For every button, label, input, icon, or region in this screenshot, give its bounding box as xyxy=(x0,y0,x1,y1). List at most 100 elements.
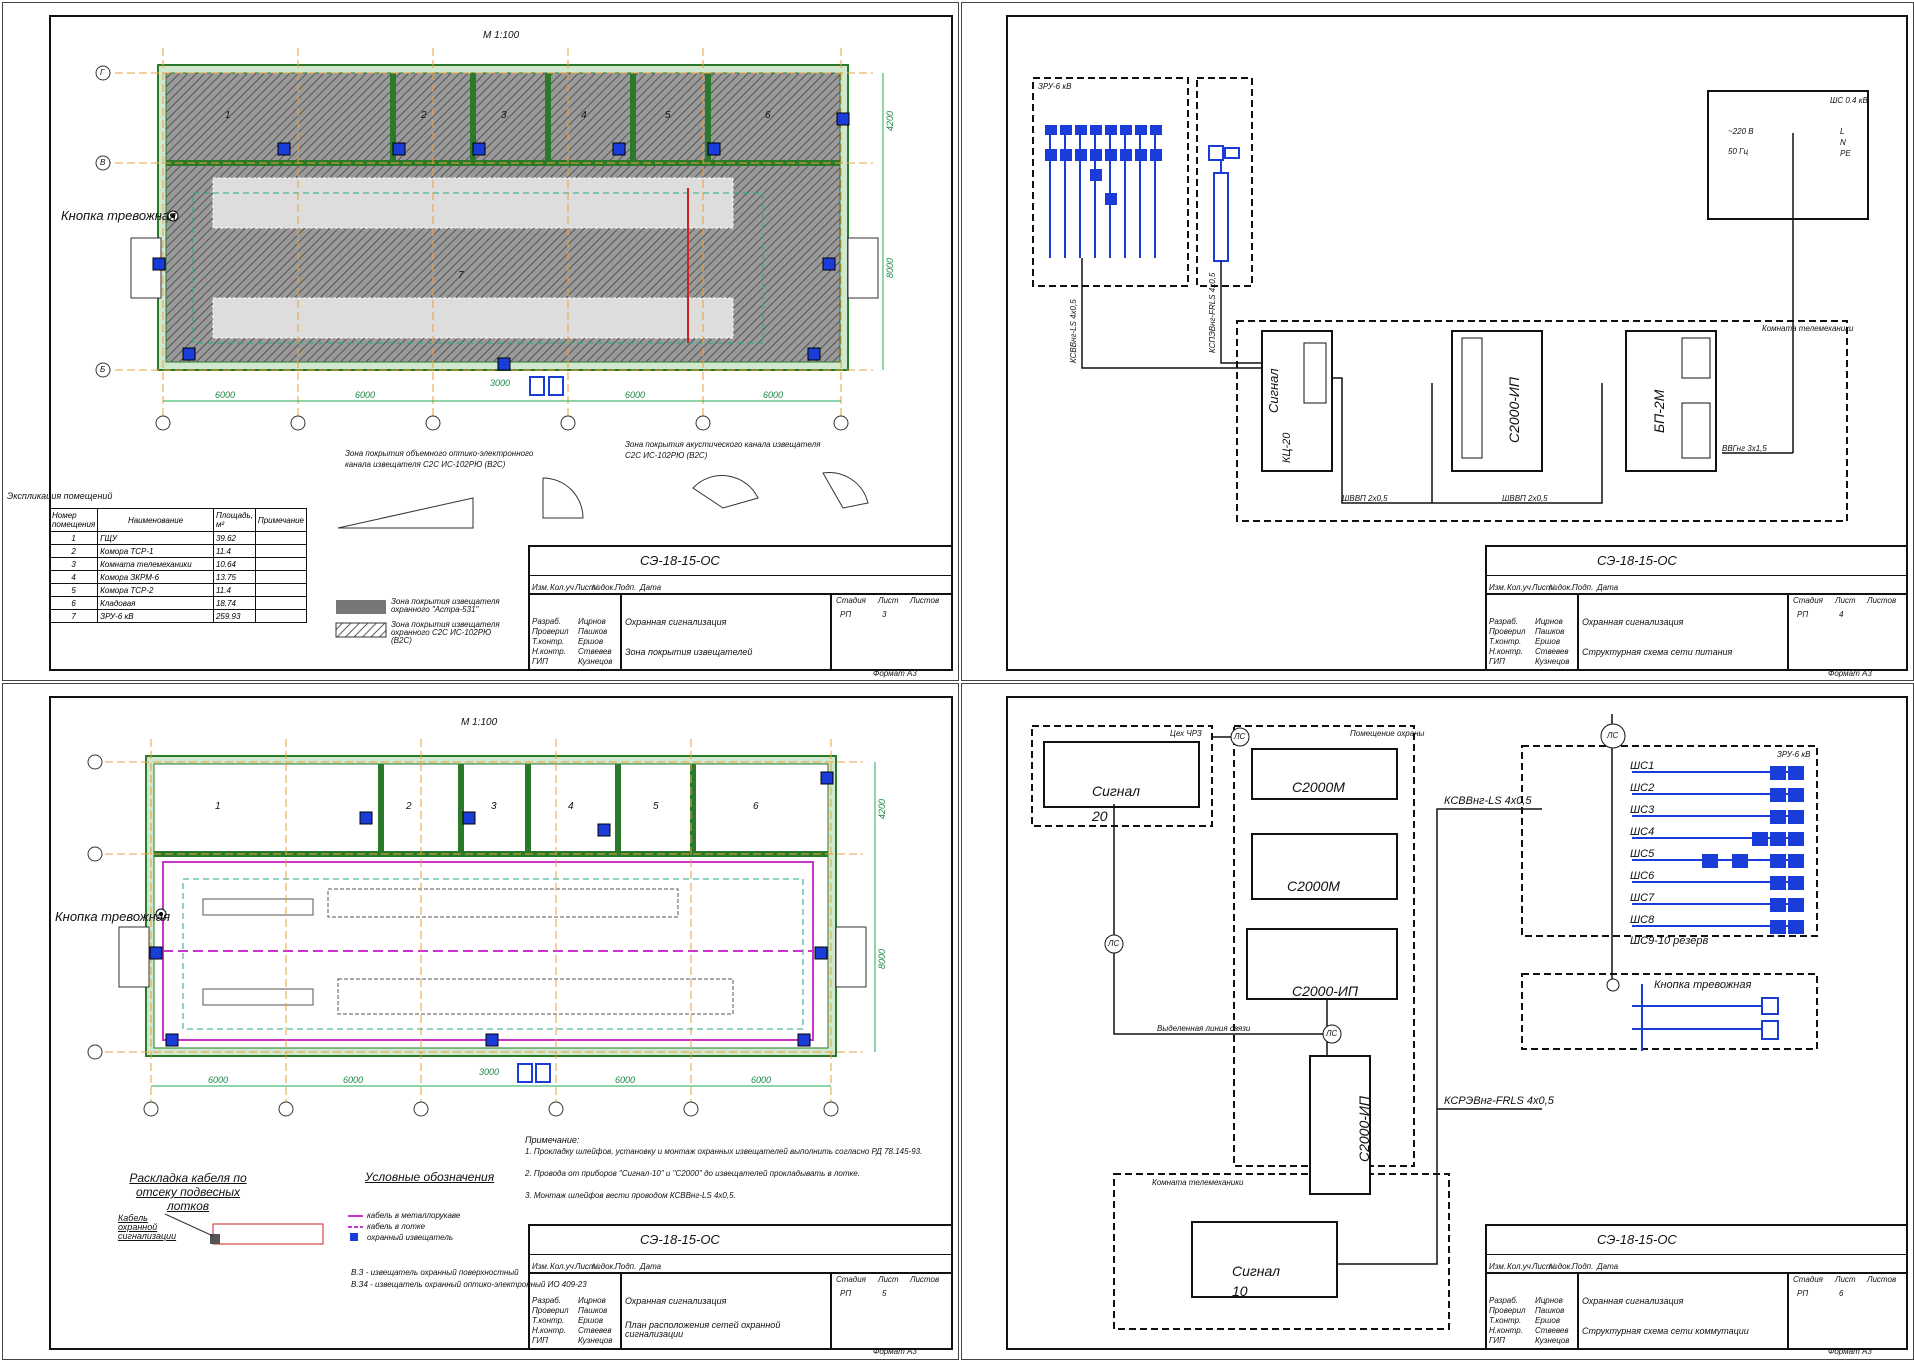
header-cell: №док. xyxy=(1549,1262,1573,1271)
stage-value: 5 xyxy=(882,1289,887,1298)
alarm-button-label: Кнопка тревожная xyxy=(55,909,171,924)
cable-label-1: КСВВнг-LS 4х0,5 xyxy=(1444,795,1532,807)
exp-cell: 10.64 xyxy=(212,557,256,571)
format-label: Формат А3 xyxy=(873,1347,917,1356)
role-name: Кузнецов xyxy=(1535,1336,1570,1345)
explication-title: Экспликация помещений xyxy=(7,491,113,501)
loop-label: ШС3 xyxy=(1630,804,1655,816)
sheet-title: Структурная схема сети коммутации xyxy=(1582,1326,1749,1336)
room-number-2: 2 xyxy=(421,110,427,121)
cable-label-4: ВВГнг 3х1,5 xyxy=(1722,444,1767,453)
dim-right-2: 8000 xyxy=(877,948,887,969)
role-label: ГИП xyxy=(532,657,548,666)
room-number-3: 3 xyxy=(491,801,497,812)
axis-label-g: Г xyxy=(100,68,105,77)
room-number-2: 2 xyxy=(406,801,412,812)
stage-label: Лист xyxy=(878,596,899,605)
sheet-title: Зона покрытия извещателей xyxy=(625,647,753,657)
dim-bottom-5: 6000 xyxy=(751,1075,772,1085)
legend-item: кабель в лотке xyxy=(367,1222,426,1231)
device-signal10-num: 10 xyxy=(1232,1283,1248,1299)
role-label: ГИП xyxy=(1489,1336,1505,1345)
doc-code: СЭ-18-15-ОС xyxy=(640,553,720,568)
role-label: Т.контр. xyxy=(532,637,565,646)
role-name: Ицрнов xyxy=(578,617,606,626)
note-line: 1. Прокладку шлейфов, установку и монтаж… xyxy=(525,1147,923,1156)
device-signal: Сигнал xyxy=(1266,368,1281,413)
zru-label: ЗРУ-6 кВ xyxy=(1038,82,1072,91)
stage-value: 4 xyxy=(1839,610,1844,619)
sheet-title: План расположения сетей охранной сигнали… xyxy=(625,1320,781,1339)
stage-value: 3 xyxy=(882,610,887,619)
role-label: Проверил xyxy=(1489,1306,1526,1315)
room-number-6: 6 xyxy=(753,801,759,812)
alarm-button-label: Кнопка тревожная xyxy=(61,208,177,223)
legend-item: охранный извещатель xyxy=(367,1233,454,1242)
role-name: Ицрнов xyxy=(1535,617,1563,626)
exp-header-num: Номер помещения xyxy=(48,508,99,532)
role-label: Т.контр. xyxy=(1489,637,1522,646)
title-block: СЭ-18-15-ОС Изм. Кол.уч Лист №док. Подп.… xyxy=(528,1224,953,1350)
legend-item: кабель в металлорукаве xyxy=(367,1211,461,1220)
dim-right-1: 4200 xyxy=(885,110,895,131)
exp-cell xyxy=(254,531,308,545)
cable-label: Кабель охранной сигнализации xyxy=(118,1213,177,1241)
device-c2000m-2: С2000М xyxy=(1287,878,1340,894)
device-bp2m: БП-2М xyxy=(1651,389,1667,433)
notes-title: Примечание: xyxy=(525,1135,580,1145)
role-name: Ицрнов xyxy=(1535,1296,1563,1305)
dim-bottom-2: 6000 xyxy=(343,1075,364,1085)
header-cell: Изм. xyxy=(532,583,550,592)
exp-cell: 18.74 xyxy=(212,596,256,610)
device-signal20: Сигнал xyxy=(1092,783,1141,799)
doc-title: Охранная сигнализация xyxy=(625,1296,727,1306)
exp-header-note: Примечание xyxy=(254,508,308,532)
doc-code: СЭ-18-15-ОС xyxy=(1597,1232,1677,1247)
room-number-5: 5 xyxy=(665,110,671,121)
header-cell: Дата xyxy=(640,583,662,592)
role-label: Т.контр. xyxy=(1489,1316,1522,1325)
legend-title: Условные обозначения xyxy=(365,1170,495,1184)
role-name: Ершов xyxy=(578,637,604,646)
exp-cell: Комора ТСР-2 xyxy=(97,583,214,597)
header-cell: Дата xyxy=(1597,583,1619,592)
shs-line: N xyxy=(1840,138,1846,147)
device-c2000ip-1: С2000-ИП xyxy=(1292,983,1359,999)
header-cell: Подп. xyxy=(1572,1262,1594,1271)
exp-cell: 2 xyxy=(48,544,99,558)
stage-label: Стадия xyxy=(836,1275,866,1284)
exp-cell: Комора ЗКРМ-6 xyxy=(97,570,214,584)
cable-label-2: КСПЭВнг-FRLS 4х0,5 xyxy=(1208,272,1217,353)
stage-value: РП xyxy=(1797,1289,1809,1298)
header-cell: №док. xyxy=(592,583,616,592)
tele-room-label: Комната телемеханики xyxy=(1762,324,1854,333)
sheet-comm-scheme: Цех ЧРЗ Помещение охраны Комната телемех… xyxy=(961,683,1914,1360)
exp-cell: ЗРУ-6 кВ xyxy=(97,609,214,623)
device-c2000ip-2: С2000-ИП xyxy=(1356,1095,1372,1162)
role-label: Разраб. xyxy=(1489,1296,1518,1305)
dim-right-1: 4200 xyxy=(877,798,887,819)
stage-label: Стадия xyxy=(1793,1275,1823,1284)
axis-label-b: Б xyxy=(100,365,106,374)
exp-cell: 39.62 xyxy=(212,531,256,545)
exp-cell: Комора ТСР-1 xyxy=(97,544,214,558)
stage-label: Лист xyxy=(1835,1275,1856,1284)
security-room-label: Помещение охраны xyxy=(1350,729,1425,738)
role-name: Ершов xyxy=(1535,637,1561,646)
doc-title: Охранная сигнализация xyxy=(1582,617,1684,627)
device-signal10: Сигнал xyxy=(1232,1263,1281,1279)
loop-label: ШС6 xyxy=(1630,870,1655,882)
role-name: Пашков xyxy=(1535,627,1565,636)
header-cell: №док. xyxy=(592,1262,616,1271)
role-label: Разраб. xyxy=(532,617,561,626)
exp-cell: ГЩУ xyxy=(97,531,214,545)
loop-label: ШС1 xyxy=(1630,760,1655,772)
cable-layout-title: Раскладка кабеля по отсеку подвесных лот… xyxy=(129,1171,247,1213)
header-cell: Кол.уч xyxy=(1507,1262,1531,1271)
exp-cell: 4 xyxy=(48,570,99,584)
header-cell: Кол.уч xyxy=(550,1262,574,1271)
exp-cell: 5 xyxy=(48,583,99,597)
loop-label: ШС7 xyxy=(1630,892,1655,904)
role-name: Ствевев xyxy=(578,1326,612,1335)
dim-bottom-3: 3000 xyxy=(479,1067,500,1077)
